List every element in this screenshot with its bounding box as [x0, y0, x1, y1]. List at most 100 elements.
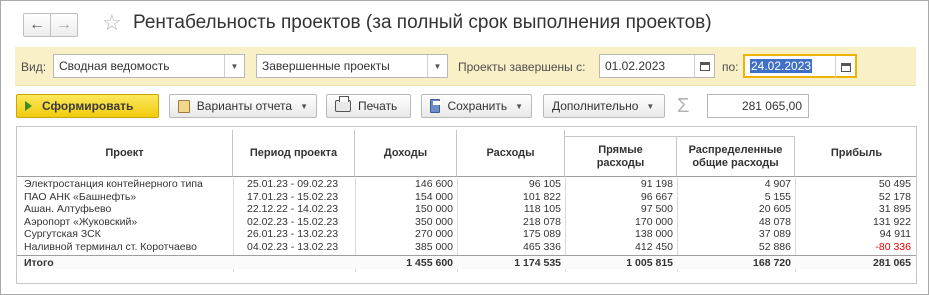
status-select[interactable]: Завершенные проекты ▼ [256, 54, 448, 78]
print-button-label: Печать [358, 99, 398, 113]
calendar-icon [699, 61, 710, 71]
column-header-income: Доходы [355, 130, 457, 177]
column-header-expenses: Расходы [457, 130, 565, 177]
cell-expenses: 101 822 [523, 190, 561, 203]
cell-direct: 96 667 [640, 190, 673, 203]
total-expenses: 1 174 535 [514, 256, 561, 269]
page-title: Рентабельность проектов (за полный срок … [133, 12, 712, 33]
chevron-down-icon[interactable]: ▼ [427, 55, 447, 77]
completed-from-label: Проекты завершены с: [458, 60, 586, 74]
table-row[interactable]: Ашан. Алтуфьево 22.12.22 - 14.02.23 150 00… [17, 203, 916, 216]
cell-period: 26.01.23 - 13.02.23 [247, 228, 339, 241]
chevron-down-icon: ▼ [515, 101, 523, 111]
cell-profit: 52 178 [878, 190, 911, 203]
cell-period: 04.02.23 - 13.02.23 [247, 241, 339, 253]
total-allocated: 168 720 [753, 256, 791, 269]
column-header-profit: Прибыль [795, 130, 916, 177]
cell-period: 22.12.22 - 14.02.23 [247, 203, 339, 216]
sum-field: 281 065,00 [707, 94, 809, 118]
cell-allocated: 5 155 [764, 190, 791, 203]
cell-profit: -80 336 [875, 241, 911, 253]
chevron-down-icon: ▼ [646, 101, 655, 111]
generate-button[interactable]: Сформировать [16, 94, 159, 118]
date-from-field[interactable]: 01.02.2023 [599, 54, 715, 78]
cell-allocated: 4 907 [764, 178, 791, 190]
cell-expenses: 96 105 [528, 178, 561, 190]
cell-allocated: 48 078 [758, 215, 791, 228]
cell-expenses: 118 105 [523, 203, 561, 216]
date-from-value: 01.02.2023 [605, 59, 666, 73]
cell-project: Электростанция контейнерного типа [24, 178, 203, 190]
cell-project: Сургутская ЗСК [24, 228, 101, 241]
view-label: Вид: [21, 60, 47, 74]
title-bar: ← → ☆ Рентабельность проектов (за полный… [1, 1, 928, 45]
status-select-value: Завершенные проекты [262, 59, 390, 73]
calendar-icon [840, 62, 851, 72]
cell-direct: 412 450 [635, 241, 673, 253]
total-direct: 1 005 815 [626, 256, 673, 269]
table-row[interactable]: Наливной терминал ст. Коротчаево 04.02.23… [17, 241, 916, 253]
print-button[interactable]: Печать [326, 94, 411, 118]
total-income: 1 455 600 [406, 256, 453, 269]
forward-button[interactable]: → [50, 13, 78, 37]
more-button[interactable]: Дополнительно ▼ [543, 94, 665, 118]
cell-allocated: 52 886 [758, 241, 791, 253]
chevron-down-icon: ▼ [300, 101, 308, 111]
save-button[interactable]: Сохранить ▼ [421, 94, 532, 118]
column-header-period: Период проекта [233, 130, 355, 177]
back-button[interactable]: ← [23, 13, 51, 37]
cell-allocated: 37 089 [758, 228, 791, 241]
calendar-button[interactable] [835, 56, 855, 78]
view-select-value: Сводная ведомость [59, 59, 170, 73]
cell-period: 25.01.23 - 09.02.23 [247, 178, 339, 190]
cell-profit: 50 495 [878, 178, 911, 190]
report-variants-icon [178, 99, 190, 113]
cell-profit: 31 895 [878, 203, 911, 216]
total-row[interactable]: Итого 1 455 600 1 174 535 1 005 815 168 720 2… [17, 254, 916, 269]
cell-profit: 94 911 [879, 228, 911, 241]
play-icon [25, 101, 32, 111]
cell-period: 02.02.23 - 15.02.23 [247, 215, 339, 228]
cell-profit: 131 922 [873, 215, 911, 228]
floppy-disk-icon [430, 99, 442, 113]
generate-button-label: Сформировать [42, 99, 134, 113]
calendar-button[interactable] [694, 55, 714, 77]
report-window: ← → ☆ Рентабельность проектов (за полный… [0, 0, 929, 295]
cell-direct: 170 000 [635, 215, 673, 228]
favorite-star-icon[interactable]: ☆ [102, 10, 122, 36]
total-profit: 281 065 [873, 256, 911, 269]
to-label: по: [722, 60, 739, 74]
cell-project: ПАО АНК «Башнефть» [24, 190, 137, 203]
cell-direct: 97 500 [640, 203, 673, 216]
table-row[interactable]: Электростанция контейнерного типа 25.01.2… [17, 178, 916, 190]
cell-project: Наливной терминал ст. Коротчаево [24, 241, 197, 253]
arrow-right-icon: → [56, 16, 72, 33]
table-row[interactable]: Сургутская ЗСК 26.01.23 - 13.02.23 270 000… [17, 228, 916, 241]
cell-income: 270 000 [415, 228, 453, 241]
cell-allocated: 20 605 [758, 203, 791, 216]
cell-project: Аэропорт «Жуковский» [24, 215, 138, 228]
cell-direct: 91 198 [640, 178, 673, 190]
cell-direct: 138 000 [635, 228, 673, 241]
column-header-direct-expenses: Прямые расходы [565, 136, 677, 177]
column-header-project: Проект [17, 130, 233, 177]
table-row[interactable]: Аэропорт «Жуковский» 02.02.23 - 15.02.23 3… [17, 215, 916, 228]
date-to-value: 24.02.2023 [750, 59, 813, 73]
report-table[interactable]: Проект Период проекта Доходы Расходы Пря… [16, 126, 917, 284]
cell-expenses: 218 078 [523, 215, 561, 228]
arrow-left-icon: ← [29, 16, 45, 33]
save-button-label: Сохранить [447, 99, 508, 113]
filter-bar: Вид: Сводная ведомость ▼ Завершенные про… [15, 47, 916, 86]
report-variants-label: Варианты отчета [196, 99, 293, 113]
column-header-allocated-expenses: Распределенные общие расходы [677, 136, 795, 177]
total-label: Итого [24, 256, 54, 269]
view-select[interactable]: Сводная ведомость ▼ [53, 54, 245, 78]
chevron-down-icon[interactable]: ▼ [224, 55, 244, 77]
cell-income: 385 000 [415, 241, 453, 253]
date-to-field[interactable]: 24.02.2023 [743, 54, 857, 78]
more-button-label: Дополнительно [552, 99, 639, 113]
cell-period: 17.01.23 - 15.02.23 [247, 190, 339, 203]
table-row[interactable]: ПАО АНК «Башнефть» 17.01.23 - 15.02.23 154… [17, 190, 916, 203]
cell-income: 150 000 [415, 203, 453, 216]
report-variants-button[interactable]: Варианты отчета ▼ [169, 94, 317, 118]
